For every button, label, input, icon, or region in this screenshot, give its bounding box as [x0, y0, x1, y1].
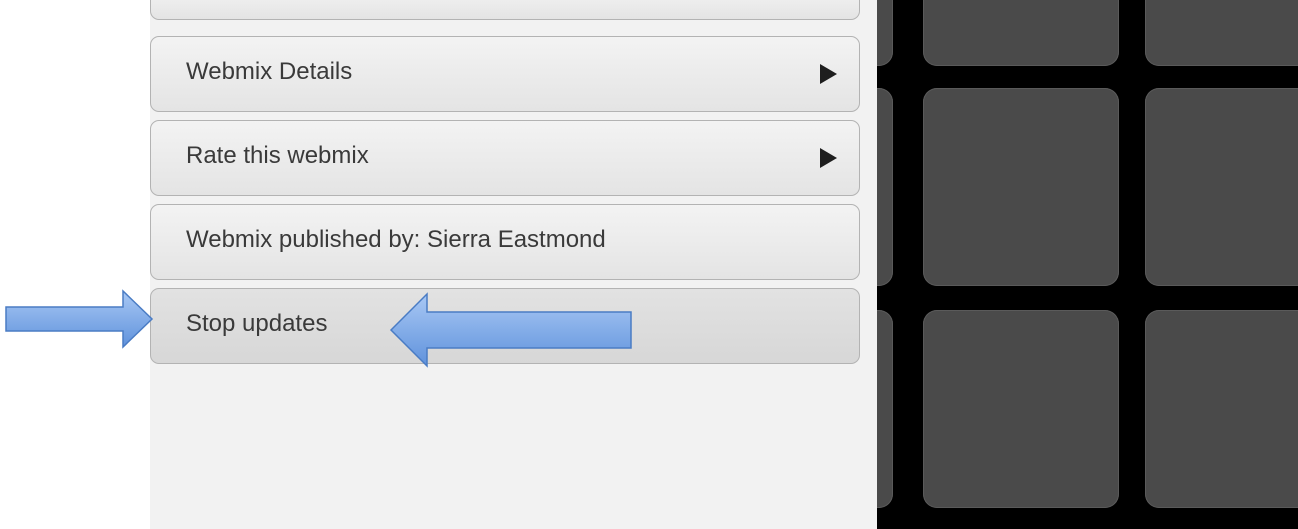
- webmix-details-button[interactable]: Webmix Details: [150, 36, 860, 112]
- menu-item-partial[interactable]: [150, 0, 860, 20]
- published-by-button[interactable]: Webmix published by: Sierra Eastmond: [150, 204, 860, 280]
- chevron-right-icon: [820, 148, 837, 168]
- tile[interactable]: [877, 310, 893, 508]
- arrow-left-icon: [389, 292, 632, 368]
- tile[interactable]: [1145, 88, 1298, 286]
- tile[interactable]: [877, 0, 893, 66]
- rate-webmix-label: Rate this webmix: [186, 142, 369, 169]
- tile-grid: [877, 0, 1298, 529]
- stop-updates-label: Stop updates: [186, 310, 328, 337]
- arrow-right-icon: [5, 289, 154, 349]
- tile[interactable]: [1145, 0, 1298, 66]
- webmix-details-label: Webmix Details: [186, 58, 353, 85]
- tile[interactable]: [877, 88, 893, 286]
- tile[interactable]: [923, 310, 1119, 508]
- tile[interactable]: [923, 88, 1119, 286]
- tile[interactable]: [1145, 310, 1298, 508]
- rate-webmix-button[interactable]: Rate this webmix: [150, 120, 860, 196]
- chevron-right-icon: [820, 64, 837, 84]
- published-by-label: Webmix published by: Sierra Eastmond: [186, 226, 606, 253]
- tile[interactable]: [923, 0, 1119, 66]
